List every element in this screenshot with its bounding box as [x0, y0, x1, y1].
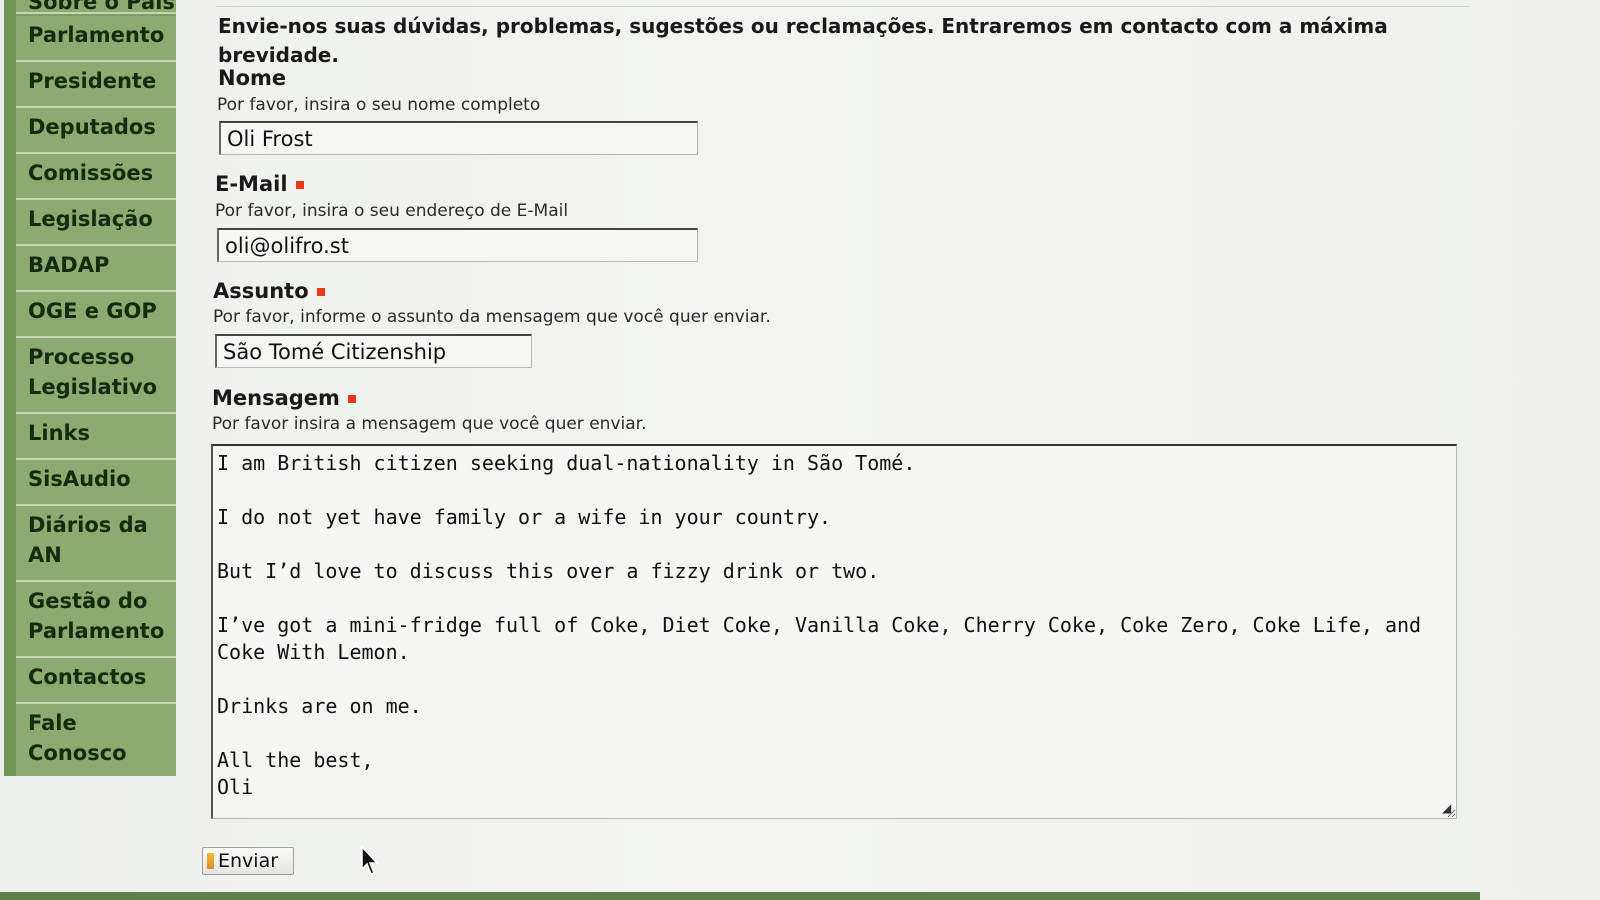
message-help: Por favor insira a mensagem que você que…: [212, 414, 647, 434]
name-label: Nome: [218, 66, 286, 90]
form-intro: Envie-nos suas dúvidas, problemas, suges…: [218, 14, 1388, 67]
sidebar-item-comissoes[interactable]: Comissões: [16, 154, 176, 200]
sidebar-item-label: Deputados: [28, 115, 156, 139]
sidebar-item-diarios-da-an[interactable]: Diários da AN: [16, 506, 176, 582]
subject-field[interactable]: [215, 334, 532, 368]
email-label-text: E-Mail: [215, 172, 288, 196]
sidebar-item-label: Fale Conosco: [28, 711, 127, 765]
subject-help: Por favor, informe o assunto da mensagem…: [213, 307, 771, 327]
sidebar-item-label: Links: [28, 421, 90, 445]
sidebar-item-label: Parlamento: [28, 23, 165, 47]
message-label-text: Mensagem: [212, 386, 340, 410]
sidebar-item-badap[interactable]: BADAP: [16, 246, 176, 292]
send-button-label: Enviar: [218, 850, 279, 872]
sidebar-item-label: Legislação: [28, 207, 153, 231]
sidebar-item-presidente[interactable]: Presidente: [16, 62, 176, 108]
sidebar: Sobre o País Parlamento Presidente Deput…: [16, 0, 176, 776]
message-label: Mensagem: [212, 386, 356, 410]
subject-label: Assunto: [213, 279, 325, 303]
message-textarea[interactable]: [211, 444, 1457, 819]
mouse-pointer-icon: [361, 846, 379, 875]
sidebar-item-label: Presidente: [28, 69, 157, 93]
required-marker-icon: [316, 288, 325, 296]
sidebar-item-sisaudio[interactable]: SisAudio: [16, 460, 176, 506]
name-field[interactable]: [219, 121, 698, 155]
sidebar-item-sobre-o-pais[interactable]: Sobre o País: [16, 0, 176, 14]
sidebar-item-gestao-do-parlamento[interactable]: Gestão do Parlamento: [16, 582, 176, 658]
sidebar-item-label: BADAP: [28, 253, 110, 277]
sidebar-item-contactos[interactable]: Contactos: [16, 658, 176, 704]
sidebar-item-label: SisAudio: [28, 467, 131, 491]
sidebar-item-label: Gestão do Parlamento: [28, 589, 165, 643]
sidebar-item-oge-e-gop[interactable]: OGE e GOP: [16, 292, 176, 338]
name-help: Por favor, insira o seu nome completo: [217, 95, 541, 115]
send-button[interactable]: Enviar: [202, 847, 294, 875]
top-divider: [216, 6, 1470, 7]
resize-grip-icon[interactable]: ◢: [1442, 802, 1454, 814]
sidebar-item-links[interactable]: Links: [16, 414, 176, 460]
sidebar-item-label: Contactos: [28, 665, 147, 689]
sidebar-item-deputados[interactable]: Deputados: [16, 108, 176, 154]
subject-label-text: Assunto: [213, 279, 309, 303]
name-label-text: Nome: [218, 66, 287, 90]
sidebar-item-fale-conosco[interactable]: Fale Conosco: [16, 704, 176, 776]
sidebar-item-parlamento[interactable]: Parlamento: [16, 16, 176, 62]
sidebar-item-label: Diários da AN: [28, 513, 148, 567]
sidebar-item-label: OGE e GOP: [28, 299, 157, 323]
required-marker-icon: [295, 181, 304, 189]
email-field[interactable]: [217, 228, 698, 262]
sidebar-item-label: Sobre o País: [28, 0, 175, 14]
sidebar-item-legislacao[interactable]: Legislação: [16, 200, 176, 246]
required-marker-icon: [347, 395, 356, 403]
email-label: E-Mail: [215, 172, 304, 196]
email-help: Por favor, insira o seu endereço de E-Ma…: [215, 201, 569, 221]
send-icon: [207, 853, 214, 869]
sidebar-item-processo-legislativo[interactable]: Processo Legislativo: [16, 338, 176, 414]
sidebar-item-label: Comissões: [28, 161, 154, 185]
footer-bar: [0, 892, 1480, 900]
sidebar-item-label: Processo Legislativo: [28, 345, 158, 399]
sidebar-edge: [4, 0, 16, 776]
